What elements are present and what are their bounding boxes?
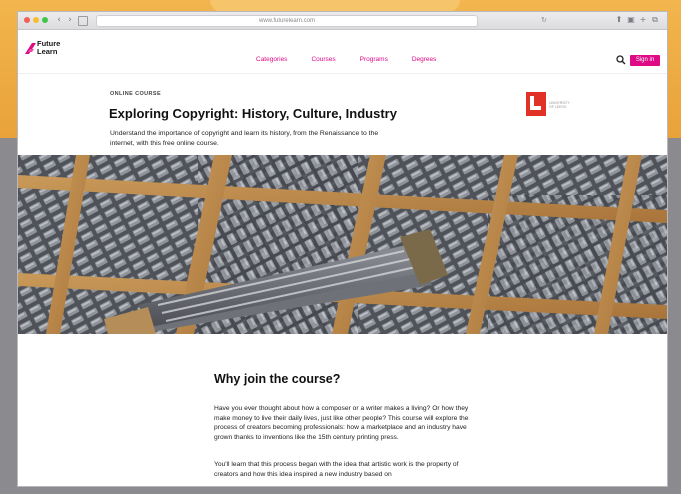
- close-window-button[interactable]: [24, 17, 30, 23]
- partner-name: UNIVERSITY OF LEEDS: [549, 101, 570, 109]
- logo-text-line2: Learn: [37, 47, 58, 56]
- browser-toolbar: ‹ › www.futurelearn.com ↻ ⬆ ▣ + ⧉: [18, 12, 667, 30]
- share-icon[interactable]: ⬆: [614, 15, 624, 25]
- course-subtitle: Understand the importance of copyright a…: [110, 130, 379, 147]
- tab-overview-icon[interactable]: ⧉: [650, 15, 660, 25]
- add-tab-icon[interactable]: +: [638, 15, 648, 25]
- course-title: Exploring Copyright: History, Culture, I…: [109, 106, 397, 121]
- url-text: www.futurelearn.com: [258, 18, 316, 24]
- description-paragraph-1: Have you ever thought about how a compos…: [214, 405, 469, 441]
- leeds-logo-icon: [526, 92, 546, 116]
- logo-mark-icon: [25, 43, 36, 54]
- main-nav: Categories Courses Programs Degrees: [256, 56, 460, 63]
- back-icon[interactable]: ‹: [54, 15, 64, 25]
- nav-programs[interactable]: Programs: [360, 56, 388, 63]
- minimize-window-button[interactable]: [33, 17, 39, 23]
- futurelearn-logo[interactable]: Future Learn: [24, 39, 72, 63]
- maximize-window-button[interactable]: [42, 17, 48, 23]
- course-banner-image: [18, 155, 667, 334]
- site-header: Future Learn Categories Courses Programs…: [18, 30, 667, 74]
- type-case-illustration: [18, 155, 667, 334]
- nav-categories[interactable]: Categories: [256, 56, 287, 63]
- tabs-icon[interactable]: ▣: [626, 15, 636, 25]
- why-join-heading: Why join the course?: [214, 372, 341, 386]
- reload-icon[interactable]: ↻: [541, 16, 547, 26]
- nav-courses[interactable]: Courses: [311, 56, 335, 63]
- search-icon[interactable]: [616, 55, 626, 65]
- nav-degrees[interactable]: Degrees: [412, 56, 437, 63]
- address-bar[interactable]: www.futurelearn.com ↻: [96, 15, 547, 27]
- partner-logo[interactable]: UNIVERSITY OF LEEDS: [526, 92, 576, 116]
- sidebar-icon[interactable]: [78, 16, 88, 26]
- course-eyebrow: ONLINE COURSE: [110, 91, 162, 97]
- course-description: Why join the course? Have you ever thoug…: [18, 334, 667, 478]
- description-paragraph-2: You'll learn that this process began wit…: [214, 461, 459, 478]
- sign-in-button[interactable]: Sign in: [630, 55, 660, 66]
- forward-icon[interactable]: ›: [65, 15, 75, 25]
